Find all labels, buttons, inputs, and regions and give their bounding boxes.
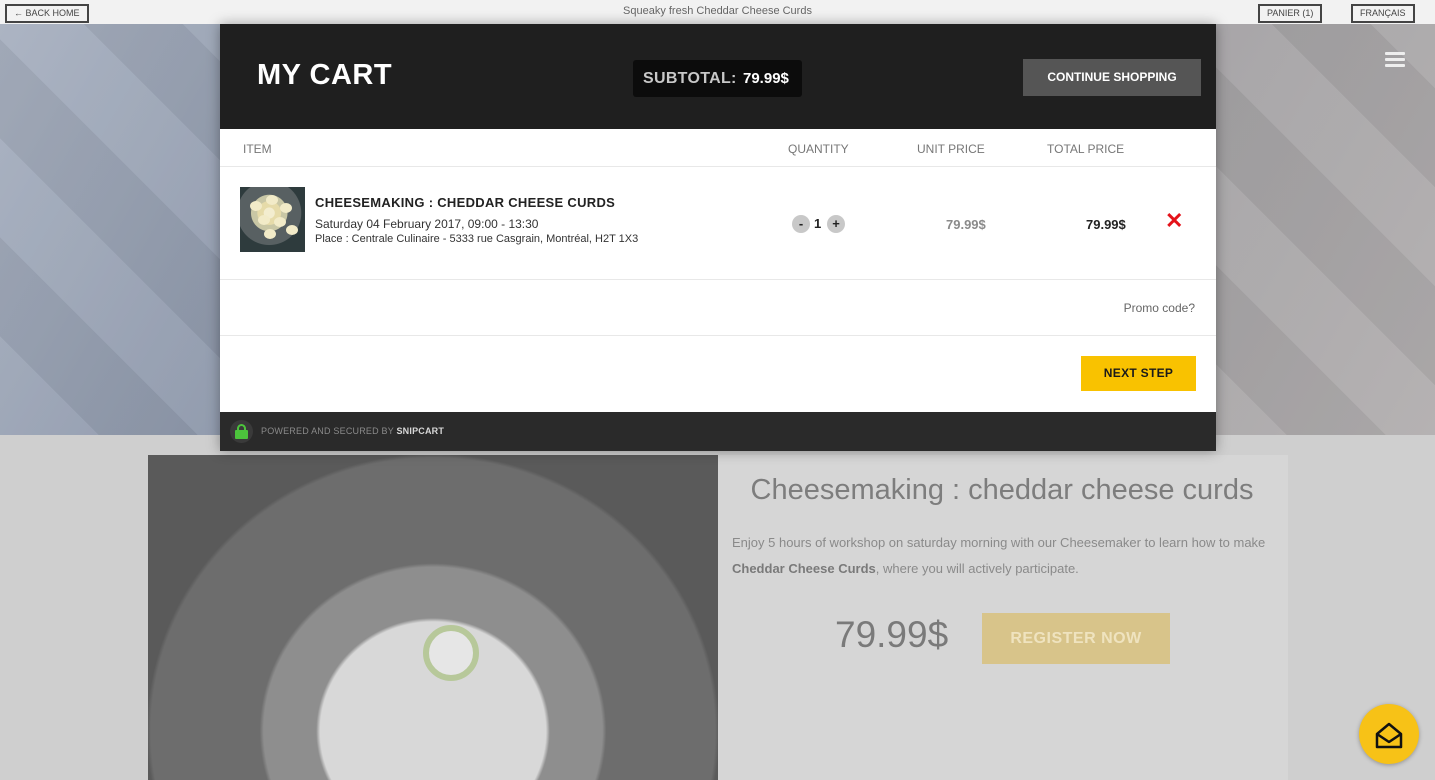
cart-footer: POWERED AND SECURED BY SNIPCART <box>220 412 1216 451</box>
site-title: Squeaky fresh Cheddar Cheese Curds <box>623 5 812 17</box>
column-total-price: TOTAL PRICE <box>1047 142 1125 156</box>
quantity-decrease-button[interactable]: - <box>792 215 810 233</box>
column-item: ITEM <box>243 142 272 156</box>
cart-title: MY CART <box>257 59 393 91</box>
register-now-button[interactable]: REGISTER NOW <box>982 613 1170 664</box>
powered-by-prefix: POWERED AND SECURED BY <box>261 426 397 436</box>
promo-code-link[interactable]: Promo code? <box>1124 301 1195 315</box>
subtotal-box: SUBTOTAL: 79.99$ <box>633 60 802 97</box>
page: ← BACK HOME Squeaky fresh Cheddar Cheese… <box>0 0 1435 780</box>
site-topbar: ← BACK HOME Squeaky fresh Cheddar Cheese… <box>0 0 1435 24</box>
cart-item-row: CHEESEMAKING : CHEDDAR CHEESE CURDS Satu… <box>220 167 1216 280</box>
column-quantity: QUANTITY <box>788 142 849 156</box>
subtotal-label: SUBTOTAL: <box>643 70 737 87</box>
quantity-value: 1 <box>814 216 822 231</box>
product-price: 79.99$ <box>835 614 949 655</box>
thermometer-shape <box>423 625 479 681</box>
powered-by-text: POWERED AND SECURED BY SNIPCART <box>261 426 444 436</box>
item-thumbnail <box>240 187 305 252</box>
cart-columns-header: ITEM QUANTITY UNIT PRICE TOTAL PRICE <box>220 129 1216 167</box>
next-step-button[interactable]: NEXT STEP <box>1081 356 1196 391</box>
item-date: Saturday 04 February 2017, 09:00 - 13:30 <box>315 217 539 231</box>
language-button[interactable]: FRANÇAIS <box>1351 4 1415 23</box>
item-place: Place : Centrale Culinaire - 5333 rue Ca… <box>315 233 639 245</box>
quantity-increase-button[interactable]: + <box>827 215 845 233</box>
chat-button[interactable] <box>1359 704 1419 764</box>
cart-header: MY CART SUBTOTAL: 79.99$ CONTINUE SHOPPI… <box>220 24 1216 129</box>
promo-row: Promo code? <box>220 280 1216 336</box>
subtotal-value: 79.99$ <box>743 70 789 87</box>
chat-icon <box>1375 722 1403 749</box>
product-desc-end: , where you will actively participate. <box>875 561 1079 576</box>
column-unit-price: UNIT PRICE <box>917 142 985 156</box>
item-total-price: 79.99$ <box>1086 217 1126 232</box>
product-title: Cheesemaking : cheddar cheese curds <box>750 474 1254 506</box>
snipcart-brand: SNIPCART <box>396 426 445 436</box>
lock-icon <box>230 420 253 443</box>
product-description: Enjoy 5 hours of workshop on saturday mo… <box>732 530 1272 582</box>
continue-shopping-button[interactable]: CONTINUE SHOPPING <box>1023 59 1201 96</box>
hamburger-menu-icon[interactable] <box>1385 52 1405 68</box>
product-image <box>148 455 718 780</box>
item-unit-price: 79.99$ <box>946 217 986 232</box>
remove-item-icon[interactable]: ✕ <box>1165 209 1183 233</box>
product-desc-text: Enjoy 5 hours of workshop on saturday mo… <box>732 535 1266 550</box>
cart-button[interactable]: PANIER (1) <box>1258 4 1323 23</box>
item-name: CHEESEMAKING : CHEDDAR CHEESE CURDS <box>315 195 616 210</box>
cart-modal: MY CART SUBTOTAL: 79.99$ CONTINUE SHOPPI… <box>220 24 1216 451</box>
product-desc-bold: Cheddar Cheese Curds <box>732 561 876 576</box>
